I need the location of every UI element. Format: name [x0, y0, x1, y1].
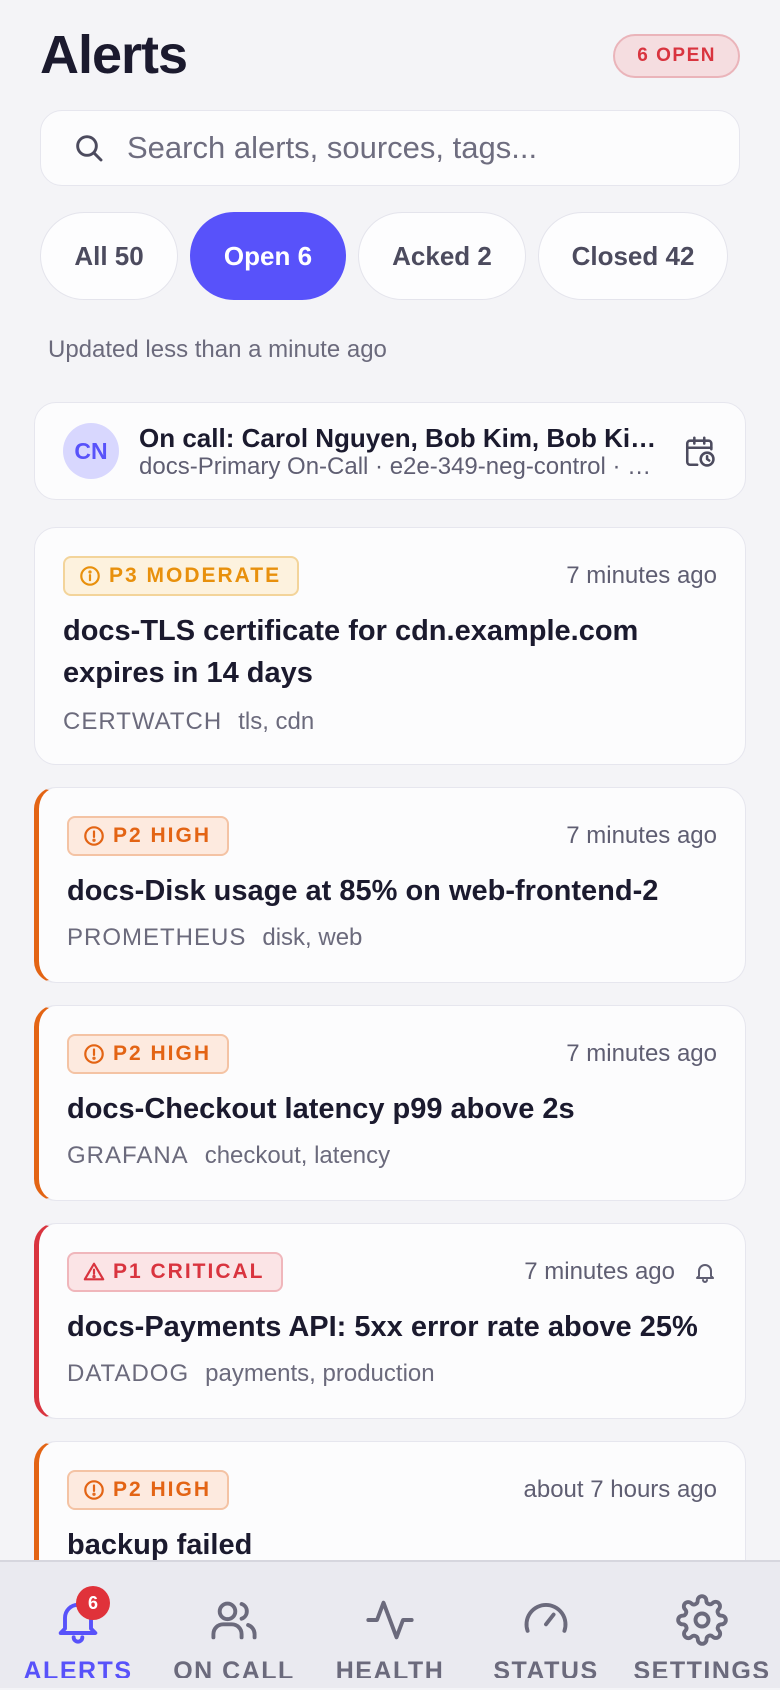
tab-label: ON CALL [173, 1657, 295, 1678]
severity-label: P2 HIGH [113, 1478, 212, 1501]
tab-settings[interactable]: SETTINGS [624, 1562, 780, 1690]
alert-meta: CERTWATCH tls, cdn [63, 708, 314, 736]
bell-icon[interactable] [693, 1260, 717, 1284]
alert-time-text: 7 minutes ago [566, 562, 717, 589]
alert-card[interactable]: P3 MODERATE 7 minutes ago docs-TLS certi… [34, 527, 746, 765]
alert-card[interactable]: P2 HIGH 7 minutes ago docs-Checkout late… [34, 1005, 746, 1201]
severity-label: P1 CRITICAL [113, 1260, 265, 1283]
alert-meta: GRAFANA checkout, latency [67, 1142, 390, 1170]
filter-chip-acked[interactable]: Acked 2 [358, 212, 526, 300]
alert-tags: disk, web [262, 924, 363, 951]
search-bar[interactable] [40, 110, 740, 186]
oncall-card[interactable]: CN On call: Carol Nguyen, Bob Kim, Bob K… [34, 402, 746, 500]
severity-badge: P3 MODERATE [63, 556, 300, 596]
alert-time-text: about 7 hours ago [523, 1476, 718, 1503]
alert-meta: DATADOG payments, production [67, 1360, 435, 1388]
alert-tags: tls, cdn [238, 708, 315, 735]
alert-card[interactable]: P2 HIGH 7 minutes ago docs-Disk usage at… [34, 787, 746, 983]
alert-source: GRAFANA [67, 1142, 189, 1169]
gear-icon [676, 1594, 728, 1646]
alert-time-text: 7 minutes ago [566, 822, 717, 849]
alert-circle-icon [84, 1044, 104, 1064]
severity-label: P2 HIGH [113, 824, 212, 847]
severity-label: P2 HIGH [113, 1042, 212, 1065]
tab-on-call[interactable]: ON CALL [156, 1562, 312, 1690]
oncall-subtitle: docs-Primary On-Call · e2e-349-neg-contr… [139, 453, 659, 480]
oncall-title: On call: Carol Nguyen, Bob Kim, Bob Kim,… [139, 423, 659, 453]
alert-card[interactable]: P1 CRITICAL 7 minutes ago docs-Payments … [34, 1223, 746, 1419]
alert-tags: checkout, latency [204, 1142, 391, 1169]
alert-time: 7 minutes ago [566, 822, 717, 850]
gauge-icon [524, 1603, 568, 1633]
tab-label: SETTINGS [633, 1657, 771, 1678]
alert-time: about 7 hours ago [524, 1476, 718, 1504]
users-icon [211, 1601, 257, 1640]
tab-badge: 6 [76, 1586, 110, 1620]
search-icon [76, 135, 103, 162]
filter-chip-all[interactable]: All 50 [40, 212, 178, 300]
severity-badge: P2 HIGH [67, 1470, 230, 1510]
alert-circle-icon [84, 826, 104, 846]
tab-label: STATUS [493, 1657, 599, 1678]
avatar: CN [63, 423, 119, 479]
header: Alerts 6 OPEN [40, 22, 740, 88]
activity-icon [366, 1600, 414, 1640]
tab-label: ALERTS [23, 1657, 133, 1678]
severity-label: P3 MODERATE [109, 564, 282, 587]
alert-source: CERTWATCH [63, 708, 223, 735]
alert-source: PROMETHEUS [67, 924, 247, 951]
bottom-tab-bar: 6 ALERTS ON CALL HEALTH STATUS SETTINGS [0, 1560, 780, 1688]
info-circle-icon [80, 566, 100, 586]
warning-triangle-icon [83, 1262, 105, 1281]
updated-timestamp: Updated less than a minute ago [48, 336, 387, 363]
alert-time: 7 minutes ago [524, 1258, 717, 1286]
severity-badge: P2 HIGH [67, 1034, 230, 1074]
alert-title: docs-TLS certificate for cdn.example.com… [63, 615, 639, 689]
tab-health[interactable]: HEALTH [312, 1562, 468, 1690]
tab-status[interactable]: STATUS [468, 1562, 624, 1690]
filter-chip-closed[interactable]: Closed 42 [538, 212, 728, 300]
alert-title: docs-Disk usage at 85% on web-frontend-2 [67, 875, 659, 907]
open-count-badge: 6 OPEN [613, 34, 740, 78]
filter-chip-open[interactable]: Open 6 [190, 212, 346, 300]
alert-time-text: 7 minutes ago [524, 1258, 675, 1285]
alert-meta: PROMETHEUS disk, web [67, 924, 362, 952]
search-input[interactable] [125, 129, 689, 167]
tab-label: HEALTH [335, 1657, 445, 1678]
calendar-clock-icon[interactable] [683, 435, 717, 469]
tab-alerts[interactable]: 6 ALERTS [0, 1562, 156, 1690]
alert-time: 7 minutes ago [566, 562, 717, 590]
alert-time: 7 minutes ago [566, 1040, 717, 1068]
alert-time-text: 7 minutes ago [566, 1040, 717, 1067]
alert-tags: payments, production [205, 1360, 435, 1387]
severity-badge: P2 HIGH [67, 816, 230, 856]
alert-source: DATADOG [67, 1360, 190, 1387]
alert-circle-icon [84, 1480, 104, 1500]
alert-title: docs-Checkout latency p99 above 2s [67, 1093, 575, 1125]
alert-title: docs-Payments API: 5xx error rate above … [67, 1311, 698, 1343]
severity-badge: P1 CRITICAL [67, 1252, 283, 1292]
